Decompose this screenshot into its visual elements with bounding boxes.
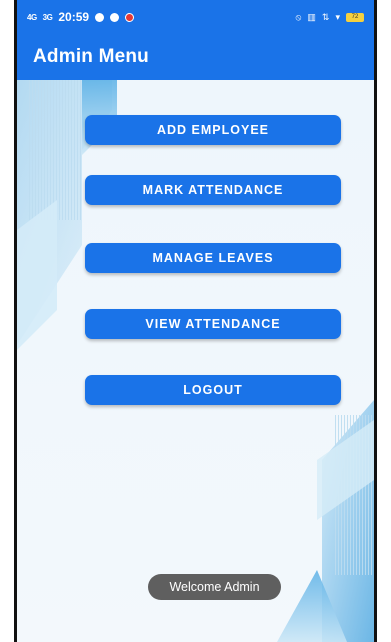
signal-icon: 4G bbox=[27, 12, 37, 22]
status-left: 4G 3G 20:59 bbox=[27, 10, 135, 24]
phone-screen: 4G 3G 20:59 ⦸ ▥ ⇅ ▾ 72 Admin Menu ADD EM… bbox=[14, 0, 377, 642]
signal-icon: 3G bbox=[42, 12, 53, 22]
add-employee-button[interactable]: ADD EMPLOYEE bbox=[85, 115, 341, 145]
data-speed-icon: ⇅ bbox=[321, 11, 330, 22]
mute-icon: ⦸ bbox=[295, 11, 302, 22]
record-icon bbox=[125, 12, 135, 22]
app-bar-title: Admin Menu bbox=[33, 46, 149, 67]
logout-button[interactable]: LOGOUT bbox=[85, 375, 341, 405]
view-attendance-button[interactable]: VIEW ATTENDANCE bbox=[85, 309, 341, 339]
status-bar: 4G 3G 20:59 ⦸ ▥ ⇅ ▾ 72 bbox=[17, 0, 374, 34]
battery-icon: 72 bbox=[346, 12, 364, 22]
manage-leaves-button[interactable]: MANAGE LEAVES bbox=[85, 243, 341, 273]
notification-icon bbox=[95, 12, 105, 22]
volte-icon: ▥ bbox=[307, 11, 316, 22]
app-bar: Admin Menu bbox=[17, 34, 374, 80]
chat-icon bbox=[110, 12, 120, 22]
wifi-icon: ▾ bbox=[335, 11, 340, 22]
mark-attendance-button[interactable]: MARK ATTENDANCE bbox=[85, 175, 341, 205]
main-content: ADD EMPLOYEE MARK ATTENDANCE MANAGE LEAV… bbox=[17, 80, 374, 642]
status-right: ⦸ ▥ ⇅ ▾ 72 bbox=[296, 12, 364, 23]
status-time: 20:59 bbox=[58, 10, 90, 24]
background-decoration bbox=[17, 80, 374, 642]
toast-message: Welcome Admin bbox=[148, 574, 281, 600]
